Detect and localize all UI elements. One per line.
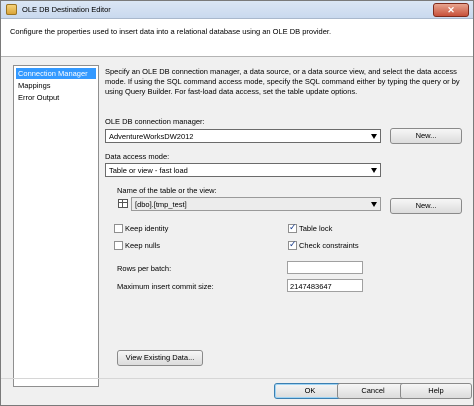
close-button[interactable]: ✕: [433, 3, 469, 17]
keep-identity-label: Keep identity: [125, 224, 169, 233]
ok-button[interactable]: OK: [274, 383, 346, 399]
view-existing-data-button[interactable]: View Existing Data...: [117, 350, 203, 366]
check-constraints-label: Check constraints: [299, 241, 359, 250]
connection-manager-value: AdventureWorksDW2012: [109, 132, 194, 141]
cancel-button[interactable]: Cancel: [337, 383, 409, 399]
new-table-button[interactable]: New...: [390, 198, 462, 214]
nav-item-mappings[interactable]: Mappings: [16, 80, 96, 91]
page-navigation: Connection Manager Mappings Error Output: [13, 65, 99, 387]
table-icon: [118, 199, 128, 208]
header-description: Configure the properties used to insert …: [10, 27, 332, 36]
access-mode-label: Data access mode:: [105, 152, 170, 161]
max-commit-size-label: Maximum insert commit size:: [117, 282, 214, 291]
access-mode-select[interactable]: Table or view - fast load: [105, 163, 381, 177]
table-name-select[interactable]: [dbo].[tmp_test]: [131, 197, 381, 211]
title-bar: OLE DB Destination Editor ✕: [1, 1, 473, 19]
chevron-down-icon: [371, 134, 377, 139]
help-button[interactable]: Help: [400, 383, 472, 399]
footer-divider: [1, 378, 473, 379]
dialog-window: OLE DB Destination Editor ✕ Configure th…: [0, 0, 474, 406]
app-icon: [6, 4, 17, 15]
dialog-header: Configure the properties used to insert …: [1, 19, 473, 57]
checkmark-icon: ✓: [289, 240, 297, 250]
connection-manager-select[interactable]: AdventureWorksDW2012: [105, 129, 381, 143]
nav-item-error-output[interactable]: Error Output: [16, 92, 96, 103]
window-title: OLE DB Destination Editor: [22, 5, 111, 14]
keep-nulls-checkbox[interactable]: [114, 241, 123, 250]
table-lock-label: Table lock: [299, 224, 333, 233]
max-commit-size-input[interactable]: 2147483647: [287, 279, 363, 292]
keep-identity-checkbox[interactable]: [114, 224, 123, 233]
rows-per-batch-label: Rows per batch:: [117, 264, 172, 273]
access-mode-value: Table or view - fast load: [109, 166, 188, 175]
table-name-value: [dbo].[tmp_test]: [135, 200, 187, 209]
table-lock-checkbox[interactable]: ✓: [288, 223, 297, 233]
connection-manager-label: OLE DB connection manager:: [105, 117, 205, 126]
nav-item-connection-manager[interactable]: Connection Manager: [16, 68, 96, 79]
chevron-down-icon: [371, 202, 377, 207]
panel-description: Specify an OLE DB connection manager, a …: [105, 67, 460, 96]
rows-per-batch-input[interactable]: [287, 261, 363, 274]
table-name-label: Name of the table or the view:: [117, 186, 217, 195]
max-commit-size-value: 2147483647: [290, 282, 332, 291]
checkmark-icon: ✓: [289, 223, 297, 233]
keep-nulls-label: Keep nulls: [125, 241, 161, 250]
chevron-down-icon: [371, 168, 377, 173]
check-constraints-checkbox[interactable]: ✓: [288, 240, 297, 250]
new-connection-button[interactable]: New...: [390, 128, 462, 144]
